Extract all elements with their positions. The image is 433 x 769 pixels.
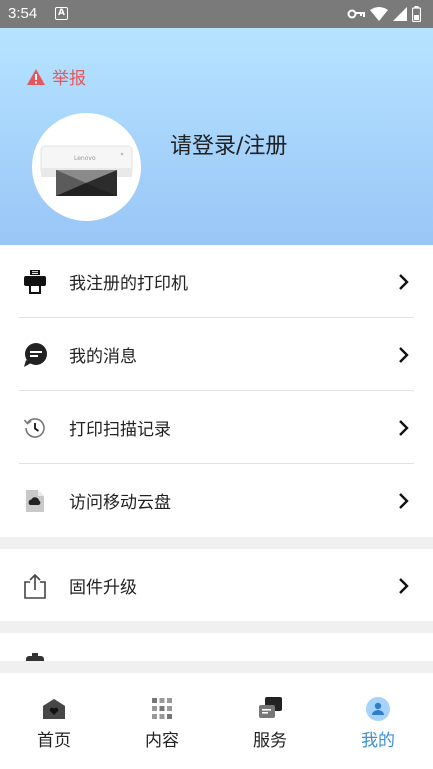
login-register-link[interactable]: 请登录/注册 [170,128,287,160]
report-button[interactable]: 举报 [26,64,86,89]
tab-label: 我的 [361,731,395,751]
history-icon [22,415,48,441]
tab-services[interactable]: 服务 [216,673,324,769]
bottom-tab-bar: 首页 内容 服务 我的 [0,673,433,769]
menu-group-more [0,633,433,661]
menu-item-registered-printers[interactable]: 我注册的打印机 [0,245,433,318]
printer-brand: Lenovo [74,155,96,162]
message-icon [22,342,48,368]
notification-icon: A [55,7,68,20]
tab-mine[interactable]: 我的 [324,673,432,769]
tab-content[interactable]: 内容 [108,673,216,769]
grid-icon [152,698,172,719]
printer-image: Lenovo [40,145,133,196]
chevron-right-icon [399,492,409,509]
profile-header: 举报 Lenovo 请登录/注册 [0,28,433,245]
profile-icon [366,697,390,721]
printer-icon [22,269,48,295]
chevron-right-icon [399,577,409,594]
tab-label: 内容 [145,731,179,751]
status-time: 3:54 [8,5,38,22]
menu-item-mobile-cloud-drive[interactable]: 访问移动云盘 [0,464,433,537]
chevron-right-icon [399,419,409,436]
signal-icon [393,7,407,21]
vpn-key-icon [347,9,365,19]
cloud-file-icon [22,488,48,514]
tab-label: 服务 [253,731,287,751]
settings-icon [26,653,44,661]
avatar[interactable]: Lenovo [32,113,141,221]
tab-home[interactable]: 首页 [0,673,108,769]
menu-item-label: 我注册的打印机 [69,274,188,294]
menu-item-firmware-upgrade[interactable]: 固件升级 [0,549,433,622]
home-icon [43,699,65,719]
menu-group-main: 我注册的打印机 我的消息 打印扫描记录 访问移动云盘 [0,245,433,537]
menu-item-label: 打印扫描记录 [69,420,171,440]
menu-item-label: 固件升级 [69,578,137,598]
service-icon [259,697,282,718]
chevron-right-icon [399,346,409,363]
chevron-right-icon [399,273,409,290]
report-label: 举报 [52,69,86,89]
status-bar: 3:54 A [0,0,433,28]
menu-group-device: 固件升级 [0,549,433,621]
tab-label: 首页 [37,731,71,751]
menu-item-label: 访问移动云盘 [69,493,171,513]
menu-item-print-scan-history[interactable]: 打印扫描记录 [0,391,433,464]
menu-item-my-messages[interactable]: 我的消息 [0,318,433,391]
wifi-icon [370,7,388,21]
menu-item-label: 我的消息 [69,347,137,367]
warning-icon [27,68,45,85]
battery-icon [412,6,421,22]
status-icons [347,6,421,22]
upload-icon [22,573,48,599]
